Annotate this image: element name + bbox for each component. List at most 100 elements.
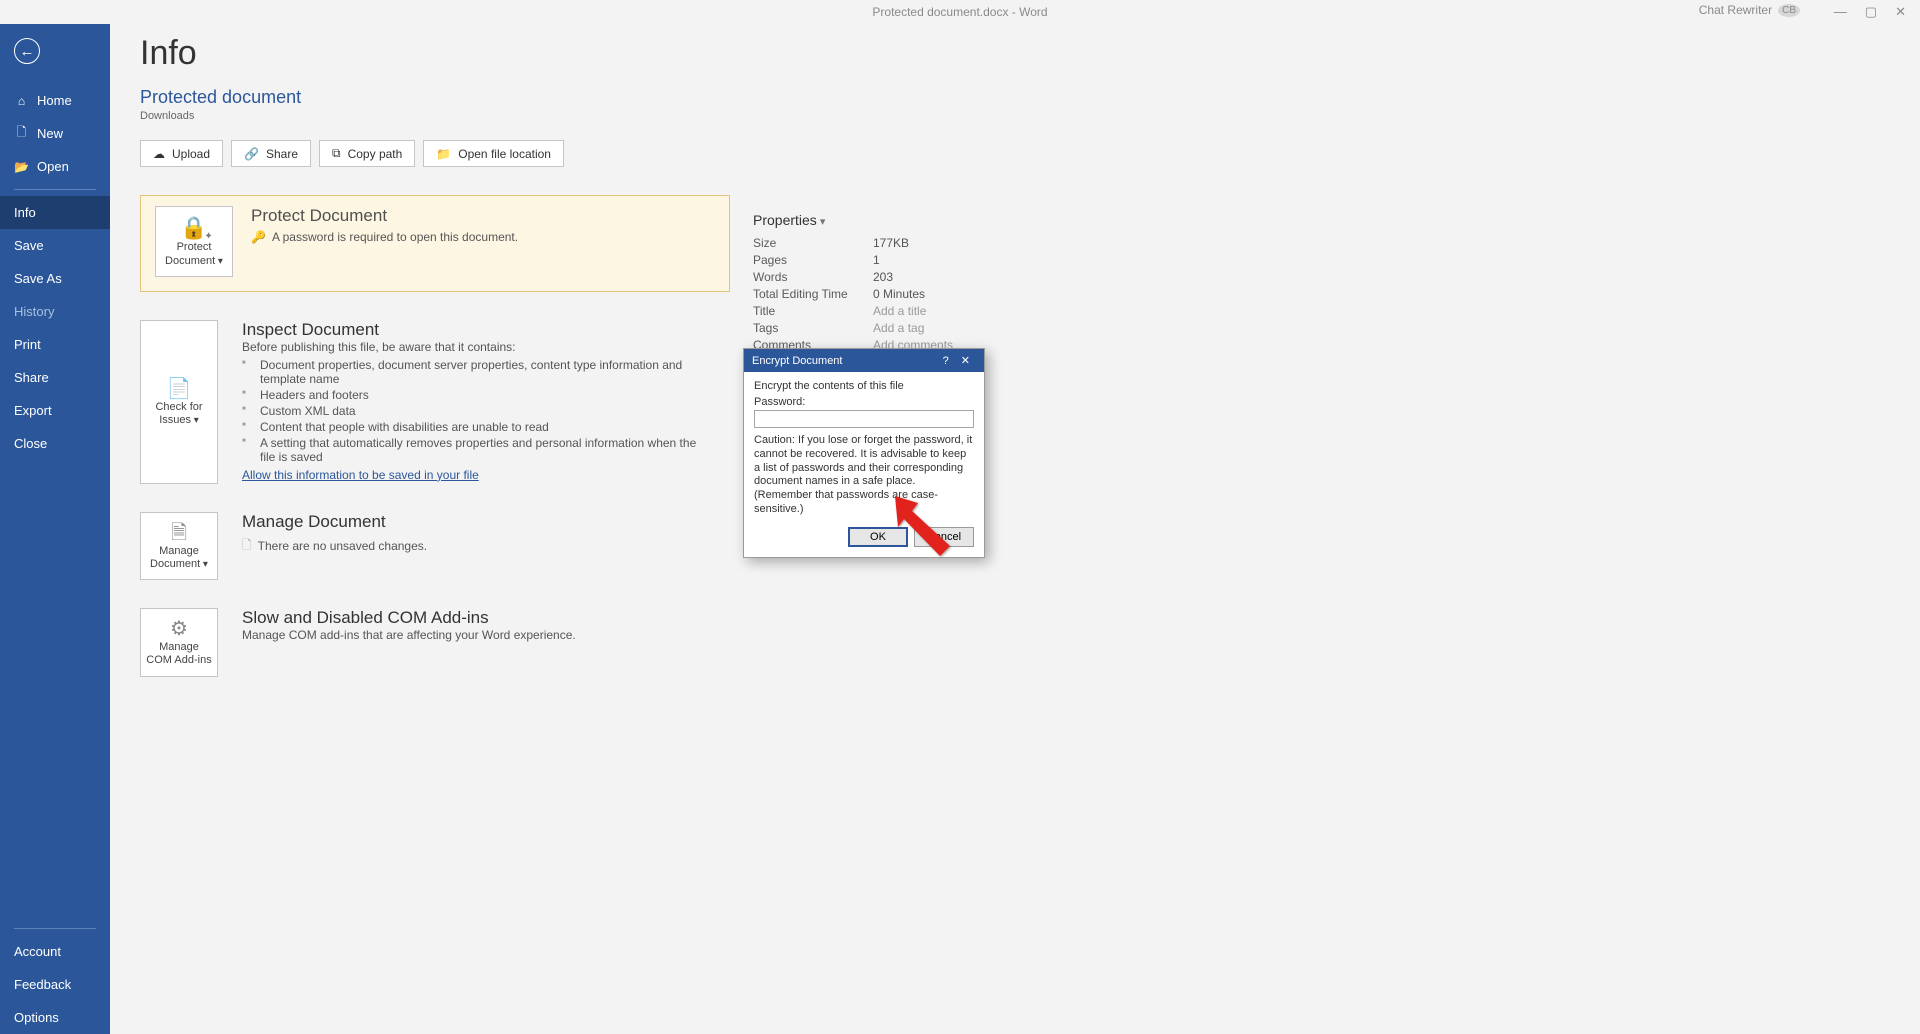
manage-btn-label: Manage Document	[145, 545, 213, 571]
home-icon: ⌂	[14, 93, 29, 108]
document-path: Downloads	[140, 110, 1890, 122]
property-value: 1	[873, 253, 880, 267]
nav-open[interactable]: 📂 Open	[0, 150, 110, 183]
property-value[interactable]: Add a tag	[873, 321, 924, 335]
property-row: TagsAdd a tag	[753, 321, 1053, 335]
manage-icon: 🗎	[171, 521, 187, 545]
key-icon: 🔑	[251, 230, 266, 244]
nav-export-label: Export	[14, 403, 52, 418]
share-icon: 🔗	[244, 147, 259, 161]
nav-account-label: Account	[14, 944, 61, 959]
password-input[interactable]	[754, 410, 974, 428]
nav-close-label: Close	[14, 436, 47, 451]
inspect-intro: Before publishing this file, be aware th…	[242, 340, 702, 354]
nav-save[interactable]: Save	[0, 229, 110, 262]
open-loc-label: Open file location	[458, 147, 551, 161]
manage-com-addins-button[interactable]: ⚙ Manage COM Add-ins	[140, 608, 218, 676]
dialog-close-icon[interactable]: ✕	[955, 354, 976, 367]
property-key: Title	[753, 304, 873, 318]
list-item: Document properties, document server pro…	[242, 358, 702, 386]
nav-share-label: Share	[14, 370, 49, 385]
nav-history-label: History	[14, 304, 54, 319]
addins-title: Slow and Disabled COM Add-ins	[242, 608, 576, 628]
user-badge: CB	[1778, 4, 1800, 17]
nav-close[interactable]: Close	[0, 427, 110, 460]
folder-icon: 📁	[436, 147, 451, 161]
upload-button[interactable]: ☁ Upload	[140, 140, 223, 167]
nav-feedback[interactable]: Feedback	[0, 968, 110, 1001]
dialog-warning-2: (Remember that passwords are case-sensit…	[754, 489, 938, 515]
property-key: Total Editing Time	[753, 287, 873, 301]
allow-info-link[interactable]: Allow this information to be saved in yo…	[242, 468, 479, 482]
user-name: Chat Rewriter	[1699, 3, 1772, 17]
copy-path-button[interactable]: ⧉Copy path	[319, 140, 415, 167]
backstage-sidebar: ← ⌂ Home 🗋 New 📂 Open Info Save Save As His…	[0, 24, 110, 1034]
properties-heading[interactable]: Properties	[753, 212, 1053, 228]
upload-icon: ☁	[153, 147, 165, 161]
ok-button[interactable]: OK	[848, 527, 908, 547]
open-file-location-button[interactable]: 📁 Open file location	[423, 140, 564, 167]
property-value: 177KB	[873, 236, 909, 250]
page-title: Info	[140, 34, 1890, 73]
property-key: Size	[753, 236, 873, 250]
property-row: Words203	[753, 270, 1053, 284]
property-value[interactable]: Add a title	[873, 304, 926, 318]
dialog-help-icon[interactable]: ?	[937, 355, 955, 367]
user-box[interactable]: Chat Rewriter CB	[1699, 3, 1800, 17]
nav-info-label: Info	[14, 205, 36, 220]
nav-saveas[interactable]: Save As	[0, 262, 110, 295]
encrypt-document-dialog: Encrypt Document ? ✕ Encrypt the content…	[743, 348, 985, 558]
doc-icon: 🗋	[242, 536, 252, 557]
inspect-icon: 📄	[167, 377, 192, 401]
share-button[interactable]: 🔗Share	[231, 140, 311, 167]
nav-open-label: Open	[37, 159, 69, 174]
addins-msg: Manage COM add-ins that are affecting yo…	[242, 628, 576, 642]
nav-history[interactable]: History	[0, 295, 110, 328]
property-row: Size177KB	[753, 236, 1053, 250]
protect-btn-label: Protect Document	[160, 241, 228, 267]
dialog-warning-1: Caution: If you lose or forget the passw…	[754, 434, 972, 487]
addins-btn-label: Manage COM Add-ins	[145, 641, 213, 667]
manage-document-button[interactable]: 🗎 Manage Document	[140, 512, 218, 580]
lock-icon: 🔒	[180, 215, 207, 241]
property-key: Pages	[753, 253, 873, 267]
back-button[interactable]: ←	[0, 24, 110, 84]
nav-options[interactable]: Options	[0, 1001, 110, 1034]
nav-new-label: New	[37, 126, 63, 141]
nav-print[interactable]: Print	[0, 328, 110, 361]
list-item: Headers and footers	[242, 388, 702, 402]
new-icon: 🗋	[14, 126, 29, 141]
list-item: Custom XML data	[242, 404, 702, 418]
title-bar: Protected document.docx - Word Chat Rewr…	[0, 0, 1920, 24]
maximize-icon[interactable]: ▢	[1865, 4, 1877, 20]
protect-document-button[interactable]: 🔒 Protect Document	[155, 206, 233, 277]
nav-export[interactable]: Export	[0, 394, 110, 427]
open-icon: 📂	[14, 159, 29, 174]
property-row: Total Editing Time0 Minutes	[753, 287, 1053, 301]
minimize-icon[interactable]: —	[1834, 4, 1847, 20]
nav-home[interactable]: ⌂ Home	[0, 84, 110, 117]
protect-panel: 🔒 Protect Document Protect Document 🔑 A p…	[140, 195, 730, 292]
inspect-list: Document properties, document server pro…	[242, 358, 702, 464]
upload-label: Upload	[172, 147, 210, 161]
list-item: A setting that automatically removes pro…	[242, 436, 702, 464]
property-value: 203	[873, 270, 893, 284]
manage-msg: There are no unsaved changes.	[258, 539, 427, 553]
nav-info[interactable]: Info	[0, 196, 110, 229]
window-title: Protected document.docx - Word	[872, 5, 1047, 19]
nav-home-label: Home	[37, 93, 72, 108]
nav-save-label: Save	[14, 238, 44, 253]
property-row: TitleAdd a title	[753, 304, 1053, 318]
protect-msg: A password is required to open this docu…	[272, 230, 518, 244]
nav-account[interactable]: Account	[0, 935, 110, 968]
nav-new[interactable]: 🗋 New	[0, 117, 110, 150]
property-value: 0 Minutes	[873, 287, 925, 301]
cancel-button[interactable]: Cancel	[914, 527, 974, 547]
check-issues-label: Check for Issues	[145, 401, 213, 427]
close-icon[interactable]: ✕	[1895, 4, 1906, 20]
list-item: Content that people with disabilities ar…	[242, 420, 702, 434]
protect-title: Protect Document	[251, 206, 518, 226]
nav-share[interactable]: Share	[0, 361, 110, 394]
check-issues-button[interactable]: 📄 Check for Issues	[140, 320, 218, 484]
property-key: Words	[753, 270, 873, 284]
